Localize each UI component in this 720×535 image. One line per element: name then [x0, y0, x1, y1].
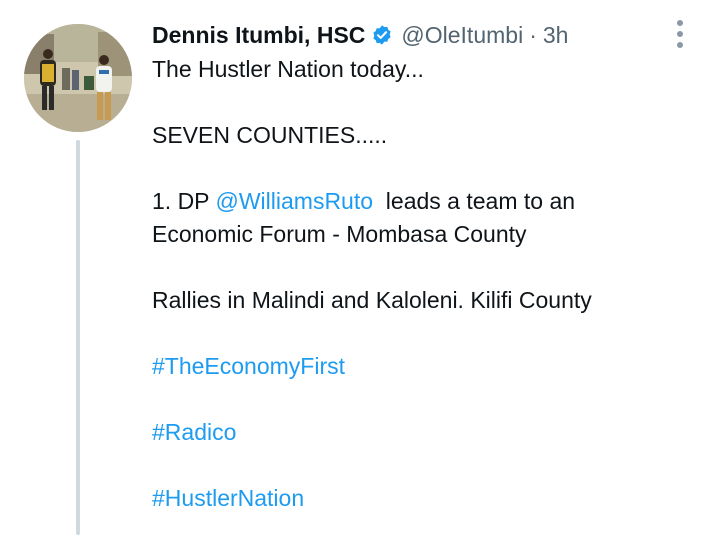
thread-line	[76, 140, 80, 535]
tweet[interactable]: Dennis Itumbi, HSC @OleItumbi · 3h The H…	[0, 0, 720, 535]
tweet-line: 1. DP @WilliamsRuto leads a team to an	[152, 185, 702, 218]
avatar-photo	[24, 24, 132, 132]
hashtag-link[interactable]: #Radico	[152, 416, 702, 449]
tweet-header: Dennis Itumbi, HSC @OleItumbi · 3h	[152, 20, 568, 50]
separator: ·	[529, 22, 537, 48]
tweet-text: The Hustler Nation today... SEVEN COUNTI…	[152, 53, 702, 515]
mention-link[interactable]: @WilliamsRuto	[216, 188, 374, 214]
timestamp[interactable]: 3h	[543, 20, 569, 50]
tweet-text-segment: leads a team to an	[373, 188, 576, 214]
avatar[interactable]	[24, 24, 132, 132]
handle[interactable]: @OleItumbi	[401, 20, 523, 50]
verified-badge-icon	[371, 24, 393, 46]
tweet-line: The Hustler Nation today...	[152, 56, 424, 82]
tweet-line: SEVEN COUNTIES.....	[152, 122, 388, 148]
tweet-line: Rallies in Malindi and Kaloleni. Kilifi …	[152, 287, 592, 313]
tweet-line: Economic Forum - Mombasa County	[152, 221, 527, 247]
more-options-button[interactable]	[666, 18, 694, 50]
more-vertical-icon	[677, 20, 683, 26]
hashtag-link[interactable]: #TheEconomyFirst	[152, 350, 702, 383]
display-name[interactable]: Dennis Itumbi, HSC	[152, 20, 365, 50]
tweet-text-segment: 1. DP	[152, 188, 216, 214]
hashtag-link[interactable]: #HustlerNation	[152, 482, 702, 515]
